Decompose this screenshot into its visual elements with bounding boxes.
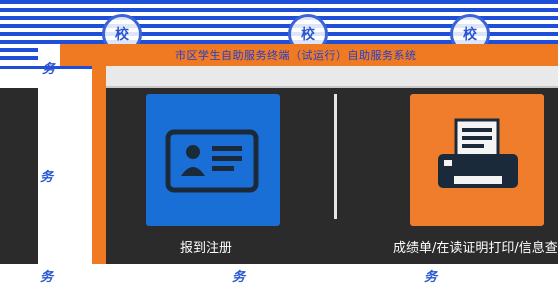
- left-band: [38, 44, 62, 264]
- left-panel: [0, 88, 38, 264]
- id-card-icon: [165, 129, 259, 193]
- print-tile-button[interactable]: [410, 94, 544, 226]
- sub-toolbar: [95, 66, 558, 88]
- watermark-text: 务: [42, 62, 56, 77]
- register-label[interactable]: 报到注册: [180, 237, 232, 256]
- print-label[interactable]: 成绩单/在读证明打印/信息查询: [393, 237, 558, 256]
- watermark-text: 务: [40, 270, 54, 285]
- left-accent-bar: [92, 66, 106, 264]
- watermark-text: 务: [232, 270, 246, 285]
- printer-icon: [438, 118, 518, 188]
- tile-divider: [334, 94, 337, 219]
- page-title: 市区学生自助服务终端（试运行）自助服务系统: [175, 49, 417, 62]
- register-tile-button[interactable]: [146, 94, 280, 226]
- watermark-text: 务: [40, 170, 54, 185]
- bottom-strip: [0, 264, 558, 284]
- watermark-text: 务: [424, 270, 438, 285]
